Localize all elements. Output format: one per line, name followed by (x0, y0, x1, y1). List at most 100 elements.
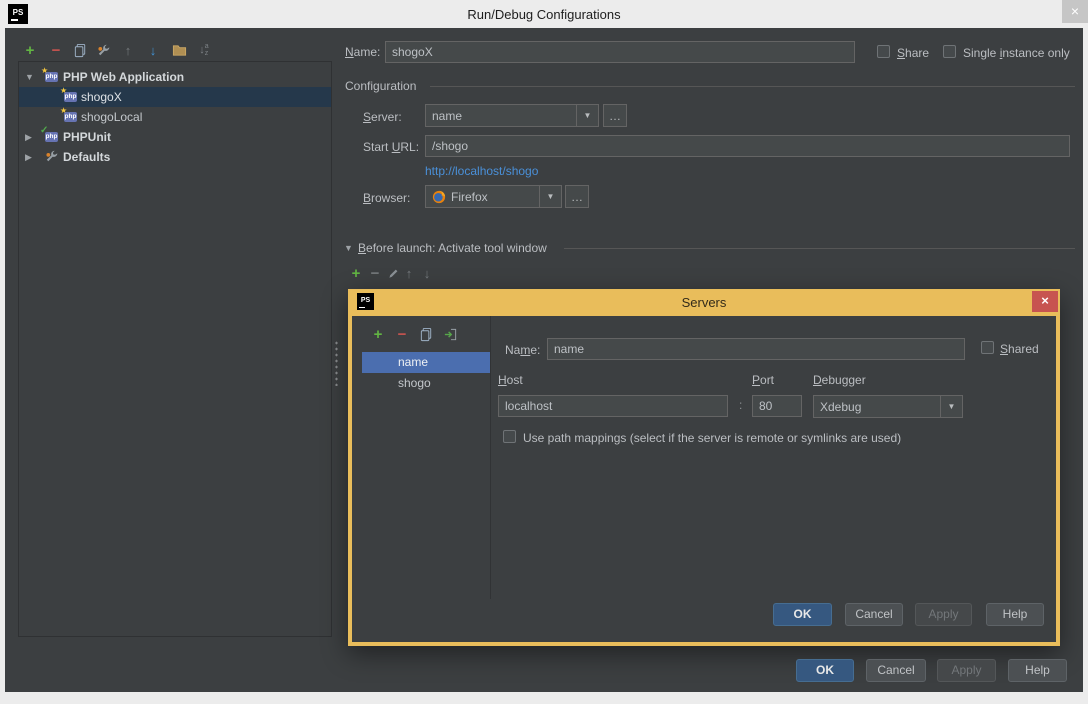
remove-server-button[interactable]: − (393, 325, 411, 343)
move-task-down-button[interactable]: ↓ (418, 264, 436, 282)
servers-dialog-body: + − name shogo Name: Shared Host Port De… (352, 316, 1056, 642)
add-icon: + (373, 325, 383, 343)
arrow-down-icon: ↓ (149, 42, 157, 58)
php-application-icon: php ★ (60, 106, 77, 122)
remove-icon: − (397, 325, 407, 343)
edit-defaults-button[interactable] (94, 41, 112, 59)
host-label: Host (498, 373, 523, 387)
arrow-up-icon: ↑ (405, 265, 413, 281)
configuration-section-title: Configuration (345, 79, 417, 93)
tree-item-php-web-application[interactable]: ▼ php ★ PHP Web Application (19, 66, 331, 87)
browser-combobox[interactable]: Firefox ▼ (425, 185, 562, 208)
sort-az-icon: ↓ az (199, 43, 209, 57)
expand-expander-icon[interactable]: ▶ (25, 152, 32, 163)
remove-configuration-button[interactable]: − (47, 41, 65, 59)
cancel-button[interactable]: Cancel (866, 659, 926, 682)
server-list-item-label: shogo (398, 376, 431, 390)
arrow-up-icon: ↑ (124, 42, 132, 58)
servers-apply-button[interactable]: Apply (915, 603, 972, 626)
tree-item-defaults[interactable]: ▶ Defaults (19, 147, 331, 167)
chevron-down-icon[interactable]: ▼ (576, 105, 598, 126)
servers-help-button[interactable]: Help (986, 603, 1044, 626)
url-preview-link[interactable]: http://localhost/shogo (425, 164, 538, 178)
port-label: Port (752, 373, 775, 387)
path-mappings-checkbox[interactable] (503, 430, 516, 443)
tree-item-label: Defaults (63, 150, 111, 164)
server-value: name (432, 108, 463, 123)
add-icon: + (25, 41, 35, 59)
move-up-button[interactable]: ↑ (119, 41, 137, 59)
single-instance-checkbox[interactable] (943, 45, 956, 58)
name-input[interactable] (385, 41, 855, 63)
expand-expander-icon[interactable]: ▶ (25, 132, 32, 143)
panel-splitter-handle[interactable] (334, 340, 339, 386)
server-browse-button[interactable]: … (603, 104, 627, 127)
shared-checkbox[interactable] (981, 341, 994, 354)
tree-item-label: shogoLocal (81, 110, 143, 124)
server-list-item[interactable]: name (362, 352, 490, 373)
debugger-combobox[interactable]: Xdebug ▼ (813, 395, 963, 418)
servers-dialog-close-button[interactable]: × (1032, 291, 1058, 312)
port-input[interactable] (752, 395, 802, 417)
shared-label: Shared (1000, 342, 1039, 356)
path-mappings-label: Use path mappings (select if the server … (523, 431, 902, 445)
share-label: Share (897, 46, 930, 60)
new-folder-button[interactable] (170, 41, 188, 59)
add-icon: + (351, 264, 361, 282)
move-task-up-button[interactable]: ↑ (400, 264, 418, 282)
import-icon (444, 328, 456, 340)
arrow-down-icon: ↓ (423, 265, 431, 281)
debugger-label: Debugger (813, 373, 866, 387)
host-input[interactable] (498, 395, 728, 417)
browser-value: Firefox (451, 189, 488, 204)
server-list-item[interactable]: shogo (362, 373, 490, 394)
configurations-tree: ▼ php ★ PHP Web Application php ★ shogoX p… (18, 61, 332, 637)
tree-item-label: PHPUnit (63, 130, 111, 144)
copy-icon (420, 327, 431, 341)
share-checkbox[interactable] (877, 45, 890, 58)
start-url-label: Start URL: (363, 140, 420, 154)
folder-icon (172, 44, 186, 56)
server-name-input[interactable] (547, 338, 965, 360)
wrench-icon (97, 44, 109, 55)
chevron-down-icon[interactable]: ▼ (940, 396, 962, 417)
apply-button[interactable]: Apply (937, 659, 996, 682)
start-url-input[interactable] (425, 135, 1070, 157)
window-close-button[interactable]: × (1062, 0, 1088, 23)
tree-item-phpunit[interactable]: ▶ php ✓ PHPUnit (19, 125, 331, 147)
chevron-down-icon[interactable]: ▼ (539, 186, 561, 207)
copy-configuration-button[interactable] (71, 41, 89, 59)
server-list-item-label: name (398, 355, 429, 369)
copy-icon (74, 43, 85, 57)
servers-ok-button[interactable]: OK (773, 603, 832, 626)
debugger-value: Xdebug (820, 399, 862, 414)
single-instance-label: Single instance only (963, 46, 1070, 60)
ok-button[interactable]: OK (796, 659, 854, 682)
section-separator (430, 86, 1075, 87)
copy-server-button[interactable] (417, 325, 435, 343)
server-combobox[interactable]: name ▼ (425, 104, 599, 127)
remove-task-button[interactable]: − (366, 264, 384, 282)
sort-configurations-button[interactable]: ↓ az (195, 41, 213, 59)
add-configuration-button[interactable]: + (21, 41, 39, 59)
tree-item-shogox[interactable]: php ★ shogoX (19, 86, 331, 107)
help-button[interactable]: Help (1008, 659, 1067, 682)
server-label: Server: (363, 110, 402, 124)
tree-item-shogolocal[interactable]: php ★ shogoLocal (19, 106, 331, 127)
browser-label: Browser: (363, 191, 411, 205)
servers-dialog-titlebar[interactable]: PS Servers × (348, 289, 1060, 316)
php-application-icon: php ★ (60, 86, 77, 102)
tree-item-label: shogoX (81, 90, 122, 104)
add-server-button[interactable]: + (369, 325, 387, 343)
browser-browse-button[interactable]: … (565, 185, 589, 208)
window-titlebar[interactable]: PS Run/Debug Configurations × (0, 0, 1088, 28)
remove-icon: − (51, 41, 61, 59)
collapse-expander-icon[interactable]: ▼ (25, 72, 34, 82)
servers-cancel-button[interactable]: Cancel (845, 603, 903, 626)
servers-dialog-title: Servers (681, 295, 727, 310)
move-down-button[interactable]: ↓ (144, 41, 162, 59)
add-task-button[interactable]: + (347, 264, 365, 282)
import-server-button[interactable] (441, 325, 459, 343)
section-separator (564, 248, 1075, 249)
collapse-expander-icon[interactable]: ▼ (344, 243, 353, 253)
